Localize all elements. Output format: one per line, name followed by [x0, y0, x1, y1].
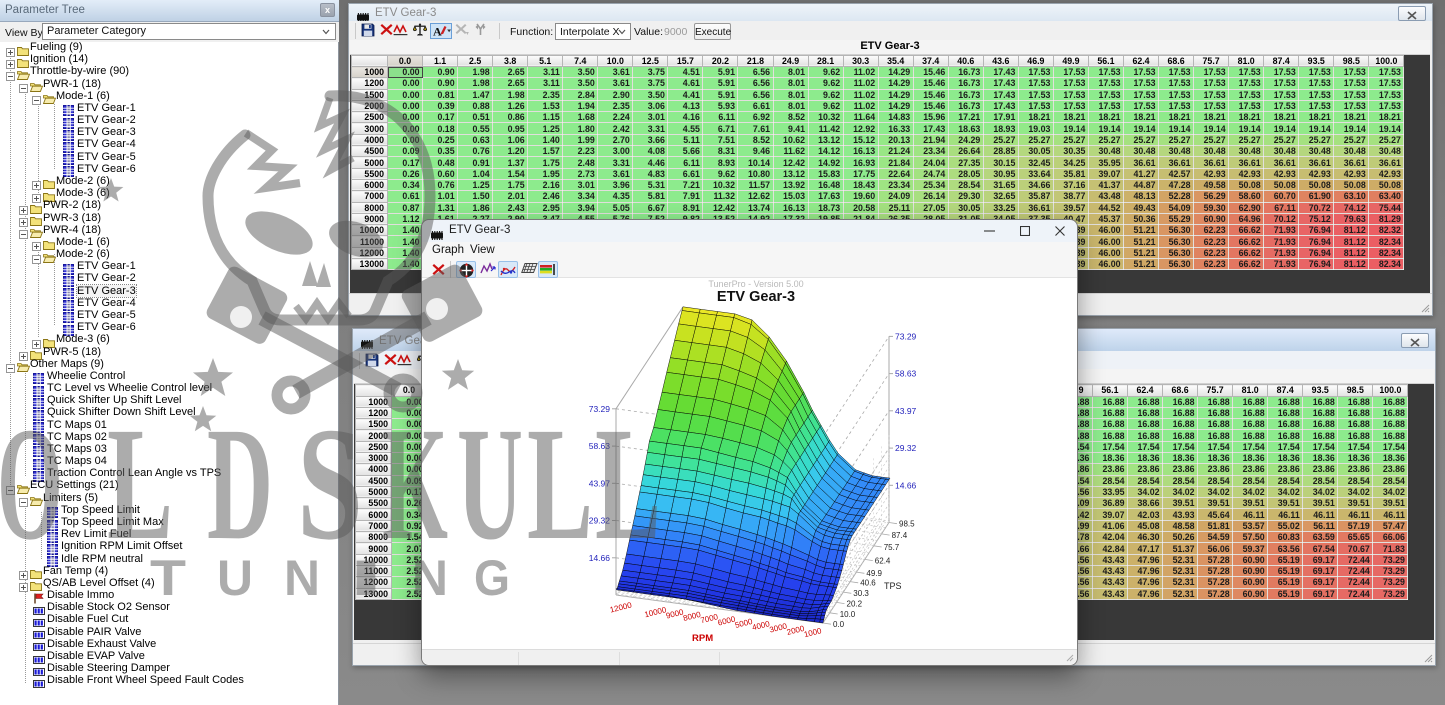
svg-text:29.32: 29.32	[895, 443, 917, 453]
svg-text:73.29: 73.29	[589, 404, 611, 414]
svg-text:49.9: 49.9	[866, 569, 882, 578]
svg-text:40.6: 40.6	[860, 579, 876, 588]
svg-text:ETV Gear-3: ETV Gear-3	[717, 289, 795, 305]
svg-text:1000: 1000	[803, 626, 823, 639]
svg-text:43.97: 43.97	[895, 406, 917, 416]
svg-text:58.63: 58.63	[895, 369, 917, 379]
svg-text:30.3: 30.3	[853, 589, 869, 598]
svg-text:10.0: 10.0	[840, 610, 856, 619]
svg-text:75.7: 75.7	[884, 543, 900, 552]
svg-text:TPS: TPS	[884, 581, 902, 591]
svg-text:A: A	[433, 24, 442, 38]
svg-text:0.0: 0.0	[833, 620, 845, 629]
svg-text:58.63: 58.63	[589, 441, 611, 451]
svg-text:20.2: 20.2	[847, 599, 863, 608]
svg-text:14.66: 14.66	[589, 553, 611, 563]
svg-text:TunerPro - Version 5.00: TunerPro - Version 5.00	[708, 279, 803, 289]
svg-text:43.97: 43.97	[589, 478, 611, 488]
svg-text:RPM: RPM	[692, 633, 713, 644]
svg-text:12000: 12000	[609, 600, 633, 614]
svg-text:62.4: 62.4	[875, 556, 891, 565]
svg-text:14.66: 14.66	[895, 480, 917, 490]
svg-text:73.29: 73.29	[895, 331, 917, 341]
svg-text:87.4: 87.4	[892, 531, 908, 540]
svg-text:29.32: 29.32	[589, 516, 611, 526]
svg-text:98.5: 98.5	[899, 520, 915, 529]
